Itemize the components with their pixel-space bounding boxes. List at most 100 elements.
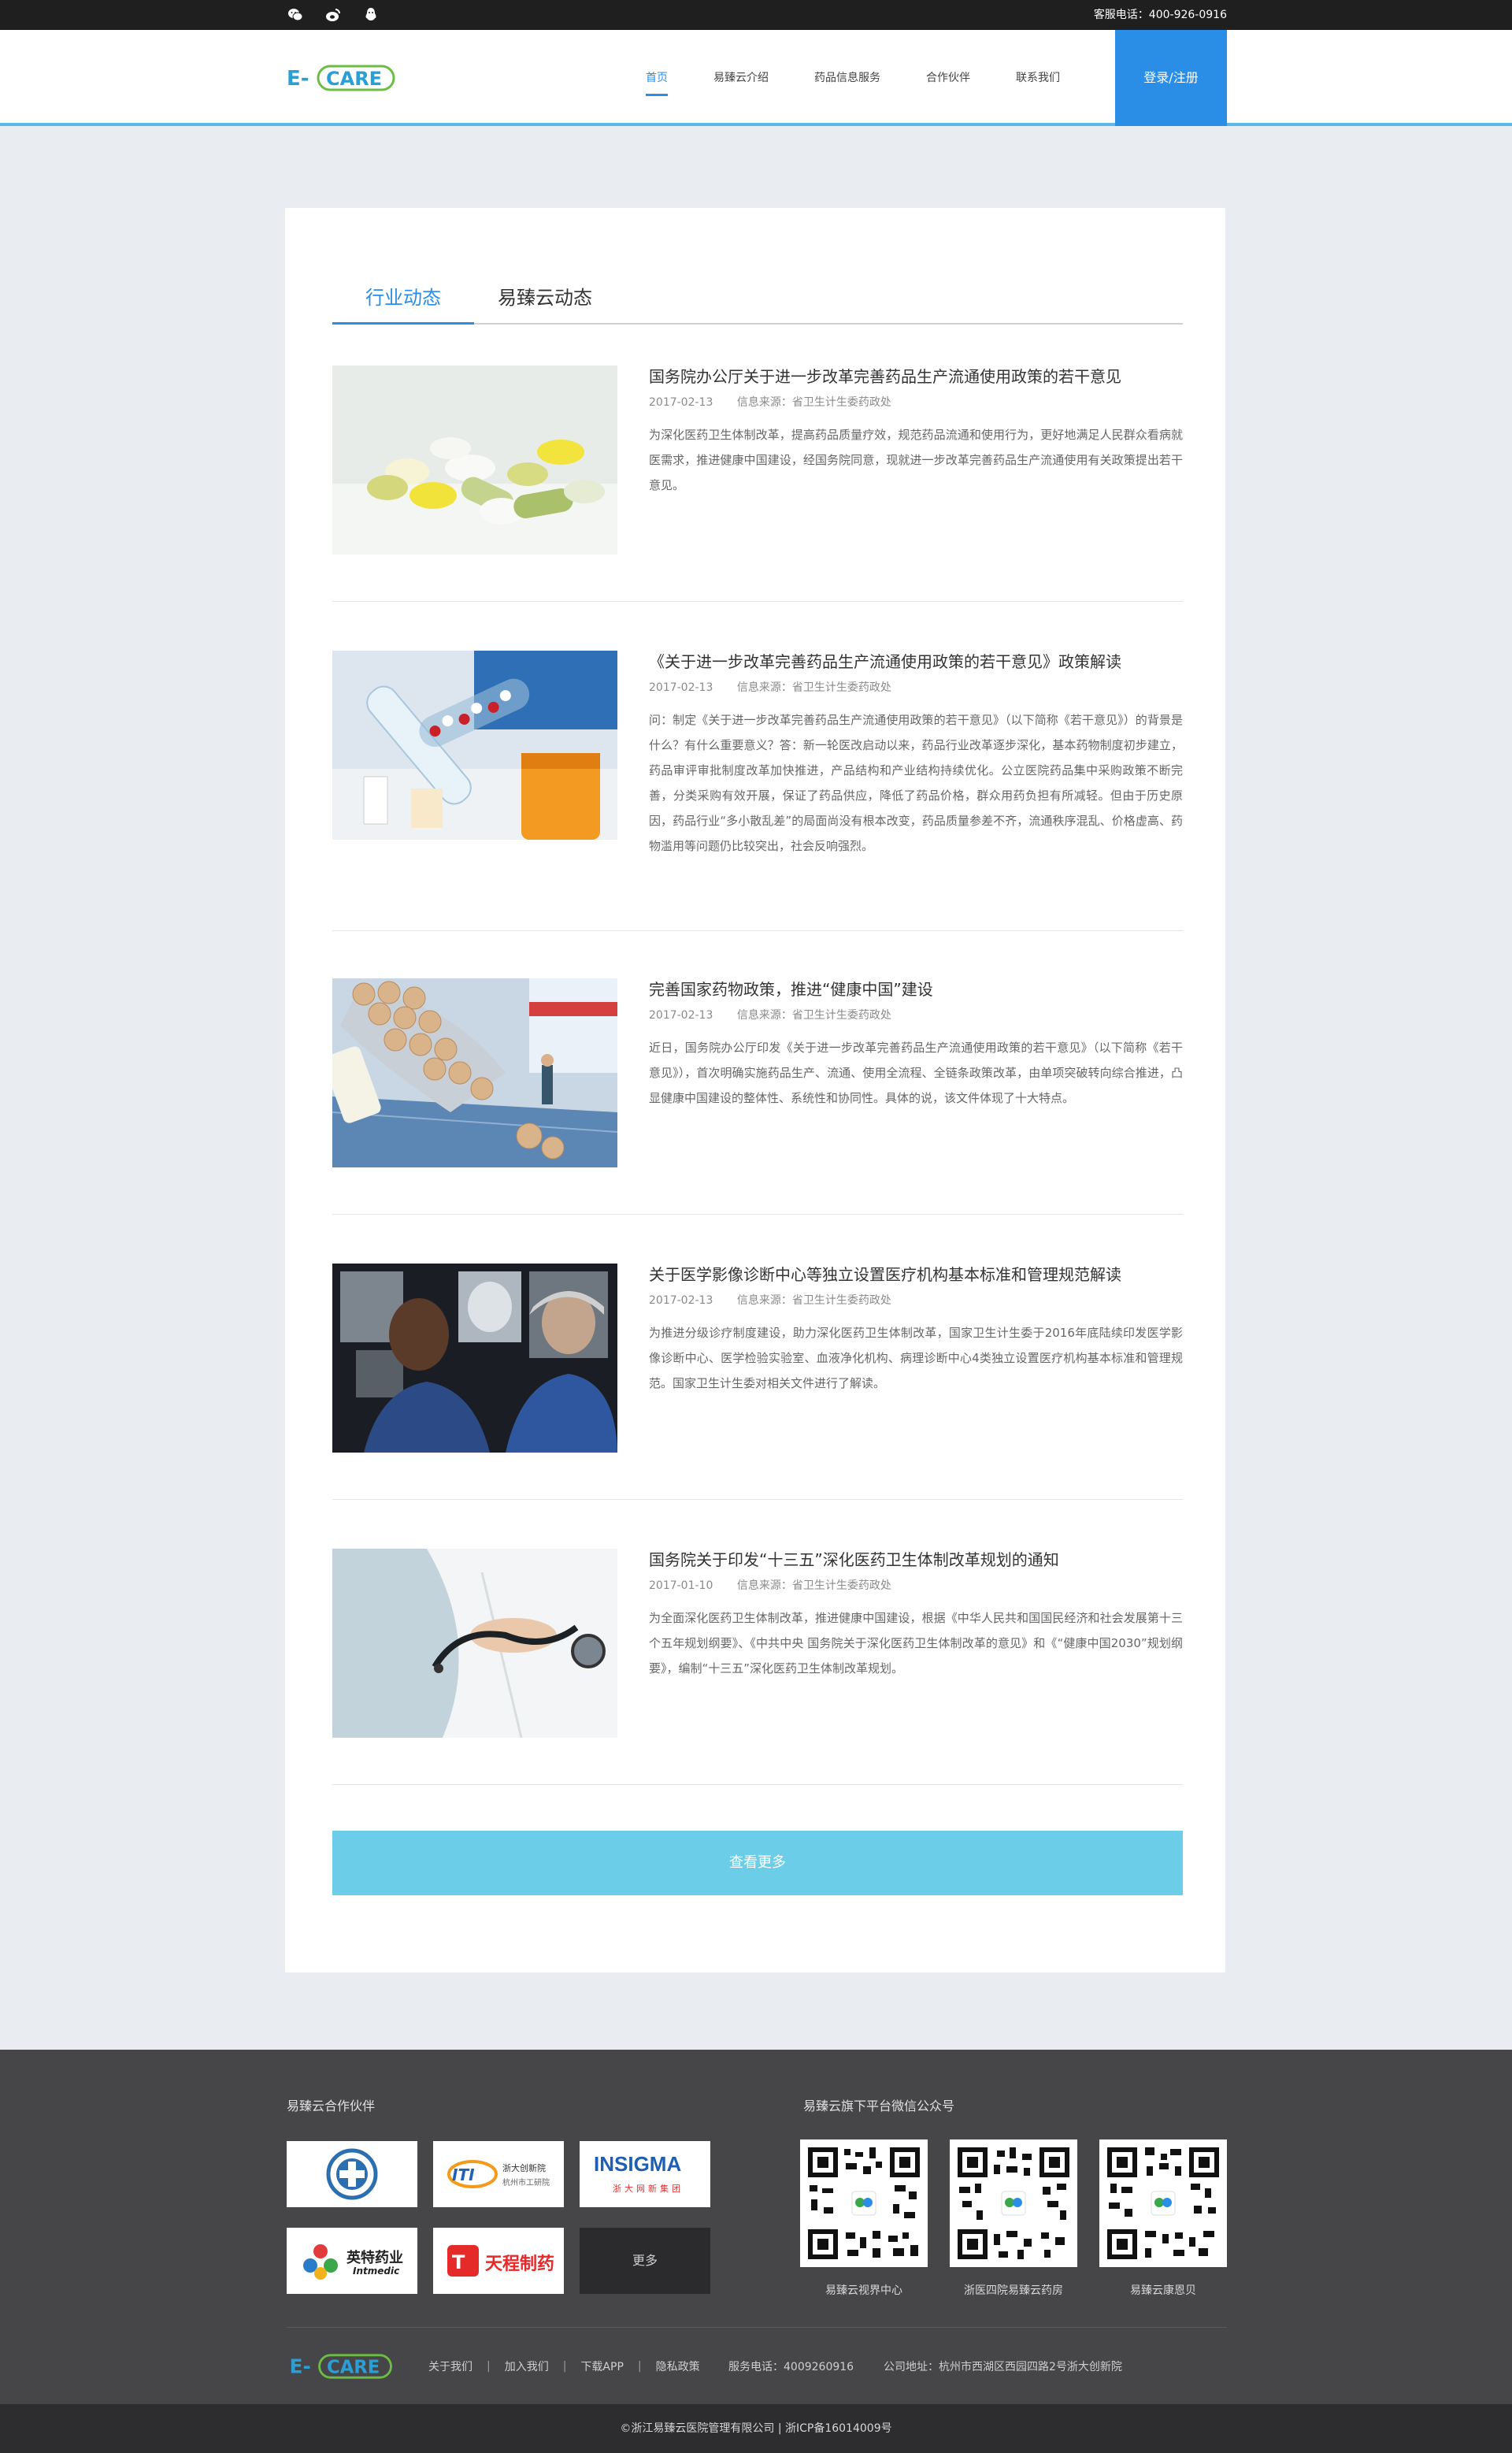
article-body: 国务院关于印发“十三五”深化医药卫生体制改革规划的通知 2017-01-10 信…	[649, 1549, 1183, 1681]
footer-phone: 服务电话：4009260916	[728, 2361, 854, 2373]
footer-link-join[interactable]: 加入我们	[505, 2358, 549, 2374]
article-date: 2017-02-13	[649, 396, 713, 409]
article-title[interactable]: 国务院办公厅关于进一步改革完善药品生产流通使用政策的若干意见	[649, 366, 1183, 388]
tab-industry-news[interactable]: 行业动态	[332, 271, 474, 325]
article-meta: 2017-02-13 信息来源：省卫生计生委药政处	[649, 1293, 1183, 1308]
article-date: 2017-02-13	[649, 1009, 713, 1022]
svg-text:E-: E-	[290, 2355, 311, 2378]
article-summary: 近日，国务院办公厅印发《关于进一步改革完善药品生产流通使用政策的若干意见》（以下…	[649, 1041, 1183, 1105]
footer-link-privacy[interactable]: 隐私政策	[656, 2358, 700, 2374]
partner-name: 英特药业	[346, 2250, 403, 2266]
partner-name: 浙大创新院	[502, 2163, 546, 2173]
article-item[interactable]: 《关于进一步改革完善药品生产流通使用政策的若干意见》政策解读 2017-02-1…	[332, 651, 1183, 931]
article-summary: 为推进分级诊疗制度建设，助力深化医药卫生体制改革，国家卫生计生委于2016年底陆…	[649, 1326, 1183, 1390]
article-source: 信息来源：省卫生计生委药政处	[736, 1579, 891, 1592]
top-bar: 客服电话：400-926-0916	[0, 0, 1512, 30]
partner-sub: 浙大网新集团	[613, 2184, 684, 2194]
footer-ecare-logo[interactable]: E- CARE	[287, 2352, 397, 2381]
qrcode-3	[1099, 2139, 1227, 2267]
article-summary: 问：制定《关于进一步改革完善药品生产流通使用政策的若干意见》（以下简称《若干意见…	[649, 713, 1183, 853]
partner-logo-itizju[interactable]: ITI 浙大创新院 杭州市工研院	[433, 2141, 564, 2207]
article-source: 信息来源：省卫生计生委药政处	[736, 1009, 891, 1022]
nav-drug-info[interactable]: 药品信息服务	[814, 30, 880, 126]
svg-text:T: T	[452, 2251, 465, 2273]
footer-link-download[interactable]: 下载APP	[580, 2358, 623, 2374]
article-date: 2017-02-13	[649, 681, 713, 694]
article-thumbnail-pills[interactable]	[332, 366, 617, 555]
copyright: ©浙江易臻云医院管理有限公司 | 浙ICP备16014009号	[0, 2404, 1512, 2453]
article-title[interactable]: 《关于进一步改革完善药品生产流通使用政策的若干意见》政策解读	[649, 651, 1183, 673]
svg-text:E-: E-	[287, 67, 309, 91]
article-meta: 2017-02-13 信息来源：省卫生计生委药政处	[649, 681, 1183, 695]
news-tabs: 行业动态 易臻云动态	[332, 271, 1183, 325]
separator: |	[487, 2360, 491, 2373]
svg-text:CARE: CARE	[327, 2358, 380, 2378]
separator: |	[562, 2360, 567, 2373]
news-panel: 行业动态 易臻云动态 国务院办公厅关于进一步改革完善药品生产流通使用政策的若干意…	[285, 208, 1225, 1972]
weibo-icon[interactable]	[324, 6, 342, 24]
svg-text:CARE: CARE	[326, 68, 382, 90]
partner-logo-insigma[interactable]: INSIGMA 浙大网新集团	[580, 2141, 710, 2207]
article-body: 完善国家药物政策，推进“健康中国”建设 2017-02-13 信息来源：省卫生计…	[649, 978, 1183, 1111]
ecare-logo[interactable]: E- CARE	[287, 63, 397, 93]
article-body: 《关于进一步改革完善药品生产流通使用政策的若干意见》政策解读 2017-02-1…	[649, 651, 1183, 859]
article-thumbnail-tablets[interactable]	[332, 978, 617, 1167]
tab-company-news[interactable]: 易臻云动态	[474, 271, 616, 325]
article-source: 信息来源：省卫生计生委药政处	[736, 396, 891, 409]
article-item[interactable]: 国务院关于印发“十三五”深化医药卫生体制改革规划的通知 2017-01-10 信…	[332, 1549, 1183, 1785]
partner-name: INSIGMA	[594, 2152, 682, 2176]
article-summary: 为深化医药卫生体制改革，提高药品质量疗效，规范药品流通和使用行为，更好地满足人民…	[649, 428, 1183, 492]
login-register-button[interactable]: 登录/注册	[1115, 30, 1227, 126]
article-thumbnail-capsules[interactable]	[332, 651, 617, 840]
article-body: 关于医学影像诊断中心等独立设置医疗机构基本标准和管理规范解读 2017-02-1…	[649, 1264, 1183, 1396]
partner-name: 天程制药	[485, 2254, 555, 2274]
view-more-button[interactable]: 查看更多	[332, 1831, 1183, 1895]
qrcode-2	[950, 2139, 1077, 2267]
svg-text:ITI: ITI	[452, 2165, 475, 2184]
wechat-accounts-title: 易臻云旗下平台微信公众号	[803, 2099, 955, 2113]
nav-partners[interactable]: 合作伙伴	[926, 30, 970, 126]
article-meta: 2017-02-13 信息来源：省卫生计生委药政处	[649, 1008, 1183, 1022]
partners-more-button[interactable]: 更多	[580, 2228, 710, 2294]
article-date: 2017-01-10	[649, 1579, 713, 1592]
footer-links: 关于我们 | 加入我们 | 下载APP | 隐私政策	[428, 2358, 700, 2374]
article-meta: 2017-02-13 信息来源：省卫生计生委药政处	[649, 395, 1183, 410]
article-title[interactable]: 国务院关于印发“十三五”深化医药卫生体制改革规划的通知	[649, 1549, 1183, 1571]
article-title[interactable]: 关于医学影像诊断中心等独立设置医疗机构基本标准和管理规范解读	[649, 1264, 1183, 1286]
nav-home[interactable]: 首页	[646, 30, 668, 126]
nav-contact[interactable]: 联系我们	[1016, 30, 1060, 126]
separator: |	[637, 2360, 642, 2373]
article-item[interactable]: 国务院办公厅关于进一步改革完善药品生产流通使用政策的若干意见 2017-02-1…	[332, 366, 1183, 602]
footer-divider	[287, 2327, 1227, 2328]
qrcode-label: 易臻云视界中心	[825, 2284, 902, 2297]
wechat-icon[interactable]	[287, 6, 304, 24]
article-body: 国务院办公厅关于进一步改革完善药品生产流通使用政策的若干意见 2017-02-1…	[649, 366, 1183, 498]
article-date: 2017-02-13	[649, 1294, 713, 1307]
qrcode-label: 浙医四院易臻云药房	[964, 2284, 1063, 2297]
article-meta: 2017-01-10 信息来源：省卫生计生委药政处	[649, 1579, 1183, 1593]
article-title[interactable]: 完善国家药物政策，推进“健康中国”建设	[649, 978, 1183, 1000]
article-item[interactable]: 完善国家药物政策，推进“健康中国”建设 2017-02-13 信息来源：省卫生计…	[332, 978, 1183, 1215]
article-source: 信息来源：省卫生计生委药政处	[736, 1294, 891, 1307]
article-source: 信息来源：省卫生计生委药政处	[736, 681, 891, 694]
article-thumbnail-doctors[interactable]	[332, 1264, 617, 1453]
nav-intro[interactable]: 易臻云介绍	[713, 30, 769, 126]
article-thumbnail-stethoscope[interactable]	[332, 1549, 617, 1738]
qrcode-label: 易臻云康恩贝	[1130, 2284, 1196, 2297]
partner-logo-tiancheng[interactable]: T 天程制药	[433, 2228, 564, 2294]
partner-logo-seal[interactable]	[287, 2141, 417, 2207]
partner-sub: 杭州市工研院	[502, 2179, 550, 2188]
article-item[interactable]: 关于医学影像诊断中心等独立设置医疗机构基本标准和管理规范解读 2017-02-1…	[332, 1264, 1183, 1500]
main-nav: 首页 易臻云介绍 药品信息服务 合作伙伴 联系我们	[646, 30, 1106, 126]
social-icons	[287, 0, 380, 30]
site-footer: 易臻云合作伙伴 易臻云旗下平台微信公众号	[0, 2050, 1512, 2404]
qq-icon[interactable]	[362, 6, 380, 24]
footer-address: 公司地址：杭州市西湖区西园四路2号浙大创新院	[884, 2361, 1122, 2373]
partners-title: 易臻云合作伙伴	[287, 2099, 376, 2113]
partner-logo-intmedic[interactable]: 英特药业 Intmedic	[287, 2228, 417, 2294]
partner-sub: Intmedic	[353, 2266, 400, 2277]
footer-link-about[interactable]: 关于我们	[428, 2358, 472, 2374]
article-summary: 为全面深化医药卫生体制改革，推进健康中国建设，根据《中华人民共和国国民经济和社会…	[649, 1611, 1183, 1676]
qrcode-1	[800, 2139, 928, 2267]
service-phone: 客服电话：400-926-0916	[1093, 9, 1227, 21]
